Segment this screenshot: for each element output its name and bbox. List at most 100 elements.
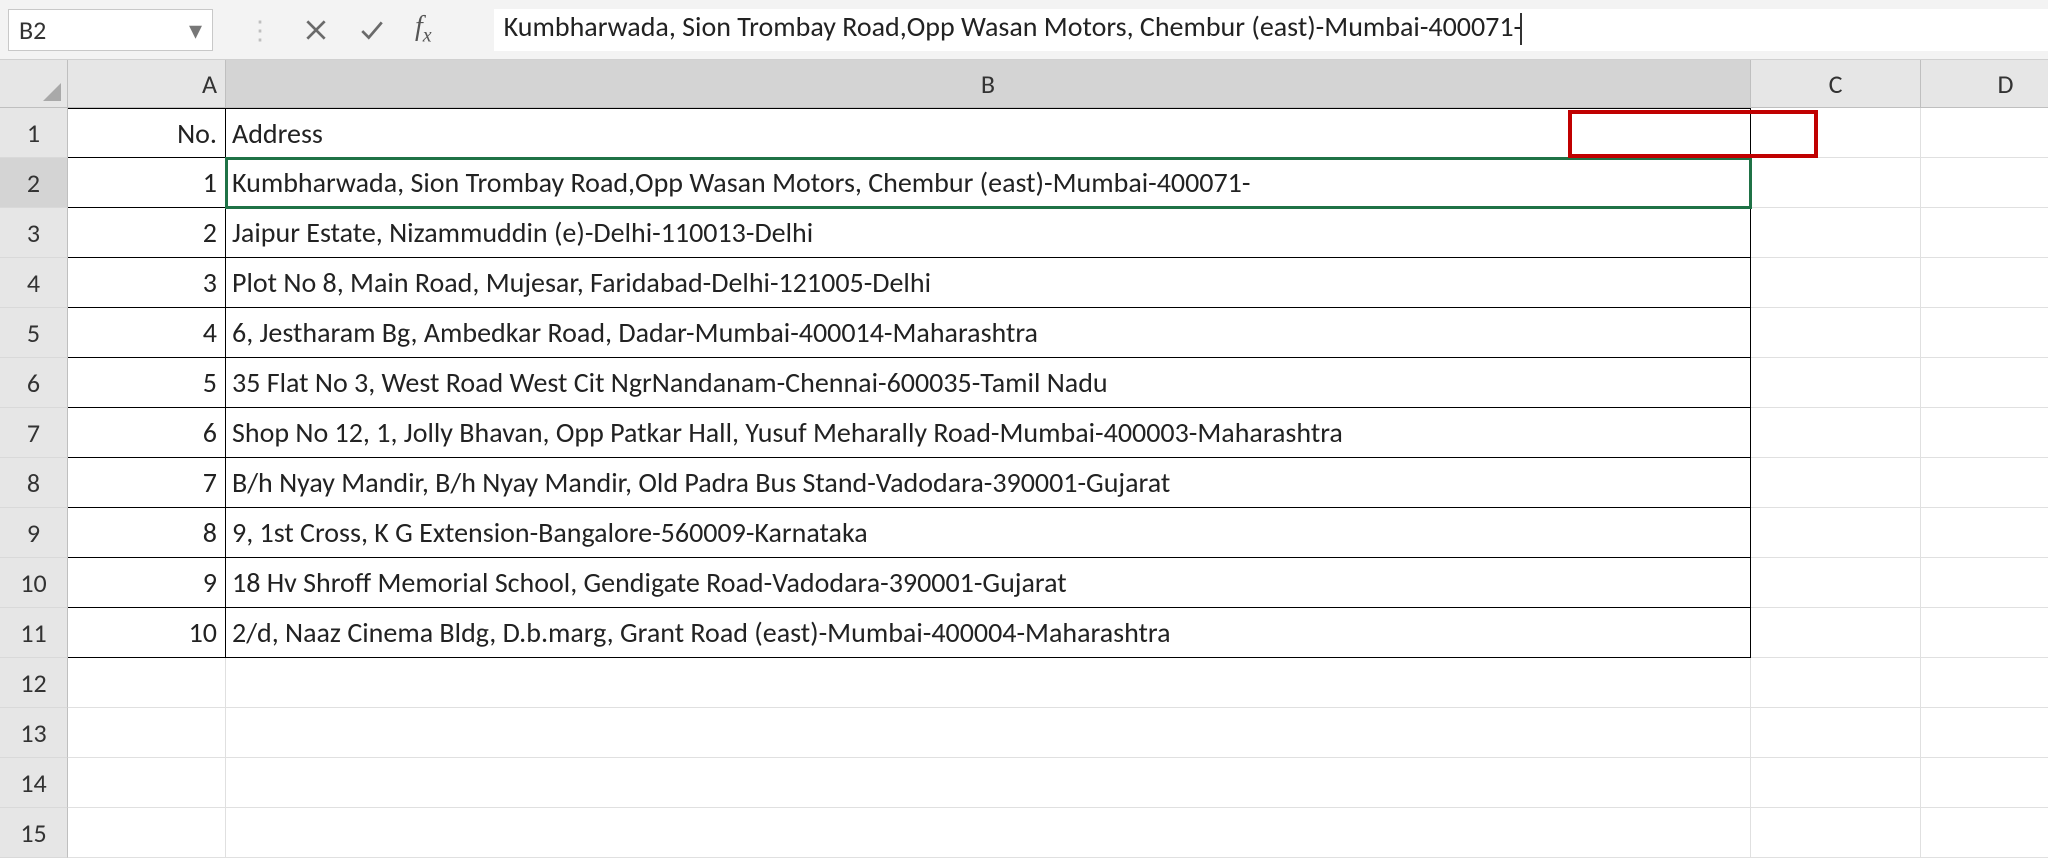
cell-no[interactable]: 7 (68, 458, 226, 508)
cell-empty[interactable] (226, 758, 1751, 808)
cell-empty[interactable] (1751, 808, 1921, 858)
cell-empty[interactable] (1921, 458, 2048, 508)
cell-no[interactable]: 6 (68, 408, 226, 458)
cell-address[interactable]: 6, Jestharam Bg, Ambedkar Road, Dadar-Mu… (226, 308, 1751, 358)
text-caret (1520, 13, 1522, 45)
cell-address[interactable]: 35 Flat No 3, West Road West Cit NgrNand… (226, 358, 1751, 408)
grid-row: 3Plot No 8, Main Road, Mujesar, Faridaba… (68, 258, 2048, 308)
cell-header-no[interactable]: No. (68, 108, 226, 158)
row-header[interactable]: 12 (0, 658, 68, 708)
cell-no[interactable]: 8 (68, 508, 226, 558)
cell-empty[interactable] (1921, 108, 2048, 158)
cell-empty[interactable] (68, 658, 226, 708)
cell-empty[interactable] (68, 808, 226, 858)
cell-empty[interactable] (1921, 708, 2048, 758)
cell-no[interactable]: 4 (68, 308, 226, 358)
cell-address[interactable]: Jaipur Estate, Nizammuddin (e)-Delhi-110… (226, 208, 1751, 258)
cell-empty[interactable] (68, 758, 226, 808)
cell-empty[interactable] (1751, 108, 1921, 158)
cell-empty[interactable] (1751, 208, 1921, 258)
row-header[interactable]: 2 (0, 158, 68, 208)
cell-header-address[interactable]: Address (226, 108, 1751, 158)
formula-input[interactable]: Kumbharwada, Sion Trombay Road,Opp Wasan… (494, 9, 2048, 51)
cell-empty[interactable] (226, 808, 1751, 858)
row-header[interactable]: 3 (0, 208, 68, 258)
col-header-C[interactable]: C (1751, 60, 1921, 108)
row-header[interactable]: 6 (0, 358, 68, 408)
cell-no[interactable]: 9 (68, 558, 226, 608)
cell-empty[interactable] (68, 708, 226, 758)
cell-address[interactable]: 2/d, Naaz Cinema Bldg, D.b.marg, Grant R… (226, 608, 1751, 658)
cell-empty[interactable] (1751, 158, 1921, 208)
row-header[interactable]: 1 (0, 108, 68, 158)
cell-empty[interactable] (226, 658, 1751, 708)
grid-row (68, 708, 2048, 758)
cell-empty[interactable] (1751, 608, 1921, 658)
grid-row (68, 808, 2048, 858)
cell-empty[interactable] (1921, 508, 2048, 558)
row-header[interactable]: 7 (0, 408, 68, 458)
row-header[interactable]: 10 (0, 558, 68, 608)
cell-empty[interactable] (1751, 408, 1921, 458)
row-header[interactable]: 9 (0, 508, 68, 558)
cell-empty[interactable] (1921, 808, 2048, 858)
row-header[interactable]: 13 (0, 708, 68, 758)
cell-empty[interactable] (1921, 308, 2048, 358)
cell-empty[interactable] (226, 708, 1751, 758)
fx-icon[interactable]: fx (415, 11, 462, 48)
enter-icon[interactable] (357, 17, 387, 43)
row-header[interactable]: 15 (0, 808, 68, 858)
grid-row: 6Shop No 12, 1, Jolly Bhavan, Opp Patkar… (68, 408, 2048, 458)
grid-row: 89, 1st Cross, K G Extension-Bangalore-5… (68, 508, 2048, 558)
cell-address[interactable]: 9, 1st Cross, K G Extension-Bangalore-56… (226, 508, 1751, 558)
cell-empty[interactable] (1751, 558, 1921, 608)
cell-address[interactable]: B/h Nyay Mandir, B/h Nyay Mandir, Old Pa… (226, 458, 1751, 508)
select-all-corner[interactable] (0, 60, 68, 108)
cell-empty[interactable] (1751, 508, 1921, 558)
formula-text: Kumbharwada, Sion Trombay Road,Opp Wasan… (504, 9, 1522, 44)
grid-row: 2Jaipur Estate, Nizammuddin (e)-Delhi-11… (68, 208, 2048, 258)
cell-empty[interactable] (1751, 308, 1921, 358)
cell-empty[interactable] (1921, 158, 2048, 208)
cancel-icon[interactable] (303, 17, 329, 43)
cell-empty[interactable] (1751, 358, 1921, 408)
cell-empty[interactable] (1921, 358, 2048, 408)
cell-no[interactable]: 5 (68, 358, 226, 408)
dropdown-icon[interactable]: ▾ (189, 14, 202, 46)
row-header[interactable]: 8 (0, 458, 68, 508)
cell-no[interactable]: 2 (68, 208, 226, 258)
cell-empty[interactable] (1751, 658, 1921, 708)
cell-empty[interactable] (1921, 558, 2048, 608)
column-headers: A B C D (68, 60, 2048, 108)
cell-no[interactable]: 1 (68, 158, 226, 208)
cell-address[interactable]: 18 Hv Shroff Memorial School, Gendigate … (226, 558, 1751, 608)
col-header-B[interactable]: B (226, 60, 1751, 108)
cell-address[interactable]: Kumbharwada, Sion Trombay Road,Opp Wasan… (226, 158, 1751, 208)
cell-empty[interactable] (1751, 458, 1921, 508)
cell-empty[interactable] (1751, 758, 1921, 808)
cell-no[interactable]: 10 (68, 608, 226, 658)
row-header[interactable]: 14 (0, 758, 68, 808)
grid[interactable]: A B C D No.Address1Kumbharwada, Sion Tro… (68, 60, 2048, 858)
row-header-gutter: 123456789101112131415 (0, 60, 68, 858)
col-header-A[interactable]: A (68, 60, 226, 108)
name-box[interactable]: B2 ▾ (8, 9, 213, 51)
row-header[interactable]: 5 (0, 308, 68, 358)
cell-address[interactable]: Shop No 12, 1, Jolly Bhavan, Opp Patkar … (226, 408, 1751, 458)
spreadsheet-area: 123456789101112131415 A B C D No.Address… (0, 60, 2048, 858)
row-header[interactable]: 4 (0, 258, 68, 308)
cell-empty[interactable] (1921, 258, 2048, 308)
row-header[interactable]: 11 (0, 608, 68, 658)
cell-empty[interactable] (1751, 708, 1921, 758)
cell-no[interactable]: 3 (68, 258, 226, 308)
cell-empty[interactable] (1921, 758, 2048, 808)
cell-address[interactable]: Plot No 8, Main Road, Mujesar, Faridabad… (226, 258, 1751, 308)
grid-row: No.Address (68, 108, 2048, 158)
cell-empty[interactable] (1921, 208, 2048, 258)
col-header-D[interactable]: D (1921, 60, 2048, 108)
grid-row (68, 758, 2048, 808)
cell-empty[interactable] (1921, 658, 2048, 708)
cell-empty[interactable] (1921, 408, 2048, 458)
cell-empty[interactable] (1921, 608, 2048, 658)
cell-empty[interactable] (1751, 258, 1921, 308)
